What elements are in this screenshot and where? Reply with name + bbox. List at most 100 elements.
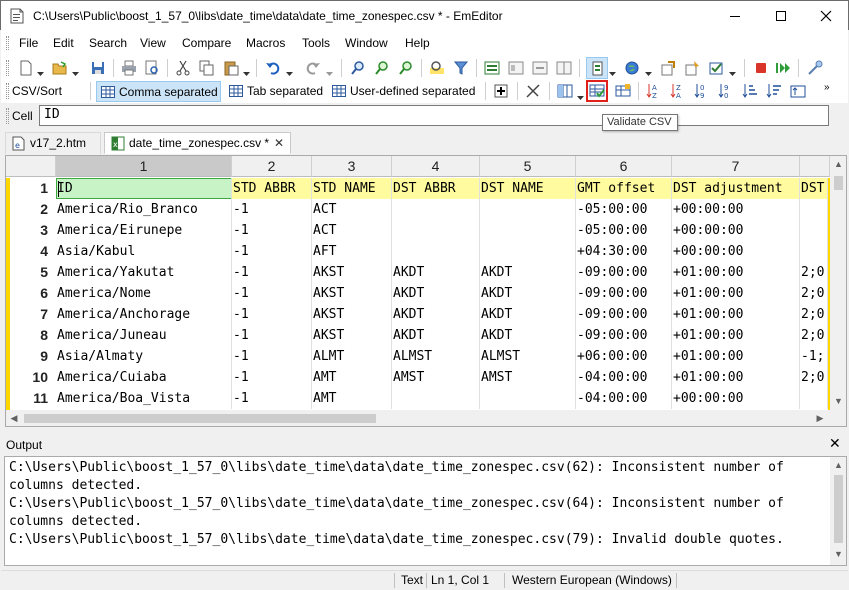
table-cell[interactable]: AKST <box>312 325 392 346</box>
print-button[interactable] <box>118 57 140 79</box>
table-cell[interactable] <box>480 220 576 241</box>
table-cell[interactable]: ACT <box>312 220 392 241</box>
table-cell[interactable]: -09:00:00 <box>576 304 672 325</box>
new-file-button[interactable] <box>15 57 37 79</box>
table-cell[interactable]: AKST <box>312 262 392 283</box>
scroll-down-arrow-icon[interactable]: ▼ <box>830 549 846 559</box>
table-cell[interactable]: -04:00:00 <box>576 367 672 388</box>
column-header[interactable]: 6 <box>576 156 672 177</box>
table-cell[interactable]: +00:00:00 <box>672 199 800 220</box>
freeze-columns-button[interactable] <box>554 80 576 102</box>
table-cell[interactable]: AMST <box>392 367 480 388</box>
table-cell[interactable]: America/Nome <box>56 283 232 304</box>
table-cell[interactable]: ALMT <box>312 346 392 367</box>
table-cell[interactable]: 2;0 <box>800 304 828 325</box>
menu-grip[interactable] <box>6 36 9 50</box>
table-cell[interactable]: -04:00:00 <box>576 388 672 409</box>
table-cell[interactable] <box>800 199 828 220</box>
csv-toolbar-grip[interactable] <box>6 83 9 99</box>
row-header[interactable]: 6 <box>14 283 56 304</box>
output-close-icon[interactable]: ✕ <box>829 435 841 452</box>
validate-csv-button[interactable] <box>586 80 608 102</box>
status-encoding[interactable]: Western European (Windows) <box>512 573 672 587</box>
table-cell[interactable]: +01:00:00 <box>672 262 800 283</box>
insert-column-button[interactable] <box>490 80 512 102</box>
menu-macros[interactable]: Macros <box>246 36 285 50</box>
table-cell[interactable]: AKST <box>312 304 392 325</box>
table-cell[interactable]: AMT <box>312 367 392 388</box>
grid-horizontal-scrollbar[interactable]: ◀ ▶ <box>6 410 830 426</box>
sort-length-ascending-button[interactable] <box>739 80 761 102</box>
table-cell[interactable]: Asia/Almaty <box>56 346 232 367</box>
find-next-button[interactable] <box>371 57 393 79</box>
table-cell[interactable]: -1 <box>232 346 312 367</box>
tab-date-time-zonespec-csv[interactable]: x date_time_zonespec.csv * ✕ <box>104 132 291 154</box>
output-scroll-thumb[interactable] <box>834 475 843 543</box>
menu-window[interactable]: Window <box>345 36 388 50</box>
output-text[interactable]: C:\Users\Public\boost_1_57_0\libs\date_t… <box>4 456 847 566</box>
table-cell[interactable]: AKDT <box>480 304 576 325</box>
redo-button[interactable] <box>302 57 324 79</box>
table-cell[interactable]: -1 <box>232 304 312 325</box>
table-cell[interactable]: ALMST <box>392 346 480 367</box>
table-cell[interactable]: -1 <box>232 199 312 220</box>
plugins-button[interactable] <box>705 57 727 79</box>
grid-corner[interactable] <box>6 156 56 177</box>
header-cell[interactable]: DST <box>800 178 828 199</box>
table-cell[interactable]: AKDT <box>392 325 480 346</box>
table-cell[interactable]: AKDT <box>392 283 480 304</box>
table-cell[interactable]: America/Yakutat <box>56 262 232 283</box>
comma-separated-button[interactable]: Comma separated <box>96 81 221 102</box>
table-cell[interactable]: -05:00:00 <box>576 220 672 241</box>
paste-button[interactable] <box>220 57 242 79</box>
filter-button[interactable] <box>450 57 472 79</box>
explorer-button[interactable] <box>804 57 826 79</box>
adjust-column-width-button[interactable] <box>522 80 544 102</box>
open-file-button[interactable] <box>49 57 71 79</box>
status-mode[interactable]: Text <box>401 573 423 587</box>
table-cell[interactable]: -1 <box>232 367 312 388</box>
table-cell[interactable] <box>800 220 828 241</box>
new-dropdown-arrow-icon[interactable] <box>37 65 45 79</box>
toolbar-grip[interactable] <box>6 60 9 76</box>
undo-dropdown-arrow-icon[interactable] <box>286 65 294 79</box>
copy-button[interactable] <box>196 57 218 79</box>
table-cell[interactable]: AKST <box>312 283 392 304</box>
table-cell[interactable]: +06:00:00 <box>576 346 672 367</box>
row-header[interactable]: 3 <box>14 220 56 241</box>
undo-button[interactable] <box>262 57 284 79</box>
minimize-button[interactable] <box>712 1 758 30</box>
header-cell[interactable]: DST ABBR <box>392 178 480 199</box>
csv-converter-button[interactable] <box>612 80 634 102</box>
table-cell[interactable] <box>480 199 576 220</box>
row-header[interactable]: 8 <box>14 325 56 346</box>
properties-button[interactable] <box>681 57 703 79</box>
table-cell[interactable]: 2;0 <box>800 325 828 346</box>
table-cell[interactable]: AKDT <box>480 325 576 346</box>
split-window-button[interactable] <box>553 57 575 79</box>
column-header[interactable]: 2 <box>232 156 312 177</box>
toolbar-overflow-chevron-icon[interactable]: » <box>824 82 832 93</box>
redo-dropdown-arrow-icon[interactable] <box>326 65 334 79</box>
row-header[interactable]: 4 <box>14 241 56 262</box>
table-cell[interactable]: AKDT <box>392 262 480 283</box>
column-header[interactable]: 1 <box>56 156 232 177</box>
header-cell[interactable]: STD NAME <box>312 178 392 199</box>
find-previous-button[interactable] <box>395 57 417 79</box>
paste-dropdown-arrow-icon[interactable] <box>243 65 251 79</box>
table-cell[interactable]: +01:00:00 <box>672 367 800 388</box>
table-cell[interactable] <box>392 241 480 262</box>
table-cell[interactable]: AKDT <box>392 304 480 325</box>
table-cell[interactable]: Asia/Kabul <box>56 241 232 262</box>
table-cell[interactable]: -09:00:00 <box>576 283 672 304</box>
table-cell[interactable]: +00:00:00 <box>672 220 800 241</box>
find-button[interactable] <box>347 57 369 79</box>
header-cell[interactable]: ID <box>56 178 232 199</box>
table-cell[interactable]: -1 <box>232 241 312 262</box>
highlight-search-button[interactable] <box>426 57 448 79</box>
encoding-button[interactable] <box>621 57 643 79</box>
open-dropdown-arrow-icon[interactable] <box>72 65 80 79</box>
row-header[interactable]: 2 <box>14 199 56 220</box>
sort-options-button[interactable] <box>787 80 809 102</box>
encoding-dropdown-arrow-icon[interactable] <box>645 65 653 79</box>
